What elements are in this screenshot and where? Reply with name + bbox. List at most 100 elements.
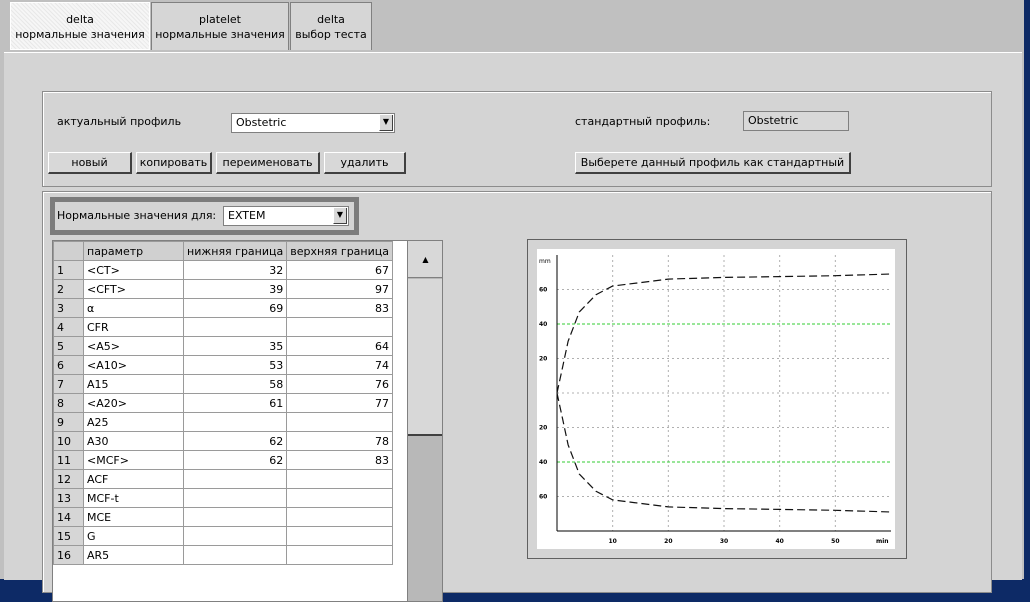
table-row[interactable]: 9 A25 — [53, 412, 393, 432]
table-scrollbar[interactable]: ▲ — [407, 241, 442, 601]
row-number: 15 — [53, 526, 84, 546]
upper-bound-cell[interactable] — [286, 469, 393, 489]
parameter-cell[interactable]: <CFT> — [83, 279, 184, 299]
parameter-cell[interactable]: <MCF> — [83, 450, 184, 470]
row-number: 2 — [53, 279, 84, 299]
lower-bound-cell[interactable]: 32 — [182, 260, 288, 280]
tab-platelet-normal-values[interactable]: platelet нормальные значения — [151, 2, 289, 50]
parameter-cell[interactable]: A15 — [83, 374, 184, 394]
y-tick-label: 40 — [539, 321, 547, 328]
parameter-cell[interactable]: G — [83, 526, 184, 546]
table-row[interactable]: 16 AR5 — [53, 545, 393, 565]
column-header-parameter[interactable]: параметр — [83, 241, 184, 261]
values-table: параметр нижняя граница верхняя граница … — [53, 241, 393, 565]
upper-bound-cell[interactable]: 78 — [286, 431, 393, 451]
upper-bound-cell[interactable]: 97 — [286, 279, 393, 299]
new-profile-button[interactable]: новый — [48, 152, 132, 174]
standard-profile-value: Obstetric — [748, 114, 799, 127]
table-row[interactable]: 3 α 69 83 — [53, 298, 393, 318]
table-row[interactable]: 5 <A5> 35 64 — [53, 336, 393, 356]
parameter-cell[interactable]: <CT> — [83, 260, 184, 280]
upper-bound-cell[interactable] — [286, 488, 393, 508]
tab-line1: platelet — [199, 13, 241, 26]
parameter-cell[interactable]: ACF — [83, 469, 184, 489]
parameter-cell[interactable]: CFR — [83, 317, 184, 337]
upper-bound-cell[interactable]: 83 — [286, 298, 393, 318]
parameter-cell[interactable]: <A20> — [83, 393, 184, 413]
table-row[interactable]: 2 <CFT> 39 97 — [53, 279, 393, 299]
upper-bound-cell[interactable] — [286, 317, 393, 337]
parameter-cell[interactable]: <A5> — [83, 336, 184, 356]
lower-bound-cell[interactable] — [182, 488, 288, 508]
tab-delta-test-selection[interactable]: delta выбор теста — [290, 2, 372, 50]
lower-bound-cell[interactable] — [182, 317, 288, 337]
parameter-cell[interactable]: MCF-t — [83, 488, 184, 508]
upper-bound-cell[interactable] — [286, 526, 393, 546]
lower-bound-cell[interactable]: 53 — [182, 355, 288, 375]
scrollbar-thumb[interactable] — [408, 279, 442, 436]
chevron-down-icon[interactable]: ▼ — [379, 115, 393, 131]
scroll-up-arrow-icon[interactable]: ▲ — [408, 241, 442, 278]
table-row[interactable]: 14 MCE — [53, 507, 393, 527]
upper-bound-cell[interactable] — [286, 545, 393, 565]
upper-bound-cell[interactable] — [286, 507, 393, 527]
parameter-cell[interactable]: A25 — [83, 412, 184, 432]
x-axis-label: min — [876, 538, 889, 545]
table-row[interactable]: 6 <A10> 53 74 — [53, 355, 393, 375]
lower-bound-cell[interactable] — [182, 545, 288, 565]
lower-bound-cell[interactable] — [182, 412, 288, 432]
upper-bound-cell[interactable]: 67 — [286, 260, 393, 280]
table-row[interactable]: 15 G — [53, 526, 393, 546]
table-row[interactable]: 10 A30 62 78 — [53, 431, 393, 451]
row-number: 11 — [53, 450, 84, 470]
tab-delta-normal-values[interactable]: delta нормальные значения — [10, 2, 150, 50]
upper-bound-cell[interactable]: 64 — [286, 336, 393, 356]
row-number: 8 — [53, 393, 84, 413]
column-header-upper-bound[interactable]: верхняя граница — [286, 241, 393, 261]
table-row[interactable]: 12 ACF — [53, 469, 393, 489]
table-body: 1 <CT> 32 67 2 <CFT> 39 97 3 α 69 83 4 CFR 5 <A5> 35 64 6 <… — [53, 260, 393, 565]
lower-bound-cell[interactable]: 39 — [182, 279, 288, 299]
set-standard-profile-button[interactable]: Выберете данный профиль как стандартный — [575, 152, 851, 174]
standard-profile-label: стандартный профиль: — [575, 115, 711, 128]
table-row[interactable]: 8 <A20> 61 77 — [53, 393, 393, 413]
lower-bound-cell[interactable]: 35 — [182, 336, 288, 356]
rename-profile-button[interactable]: переименовать — [216, 152, 320, 174]
x-tick-label: 30 — [720, 538, 728, 545]
parameter-cell[interactable]: A30 — [83, 431, 184, 451]
lower-bound-cell[interactable] — [182, 507, 288, 527]
upper-bound-cell[interactable]: 77 — [286, 393, 393, 413]
delete-profile-button[interactable]: удалить — [324, 152, 406, 174]
row-number: 7 — [53, 374, 84, 394]
table-row[interactable]: 7 A15 58 76 — [53, 374, 393, 394]
row-number: 9 — [53, 412, 84, 432]
test-select[interactable]: EXTEM ▼ — [223, 206, 349, 226]
table-row[interactable]: 1 <CT> 32 67 — [53, 260, 393, 280]
parameter-cell[interactable]: AR5 — [83, 545, 184, 565]
table-row[interactable]: 4 CFR — [53, 317, 393, 337]
row-number: 10 — [53, 431, 84, 451]
parameter-cell[interactable]: MCE — [83, 507, 184, 527]
lower-bound-cell[interactable]: 69 — [182, 298, 288, 318]
upper-bound-cell[interactable]: 74 — [286, 355, 393, 375]
lower-bound-cell[interactable]: 62 — [182, 450, 288, 470]
table-row[interactable]: 13 MCF-t — [53, 488, 393, 508]
table-row[interactable]: 11 <MCF> 62 83 — [53, 450, 393, 470]
lower-bound-cell[interactable] — [182, 526, 288, 546]
parameter-cell[interactable]: <A10> — [83, 355, 184, 375]
copy-profile-button[interactable]: копировать — [136, 152, 212, 174]
upper-bound-cell[interactable] — [286, 412, 393, 432]
lower-bound-cell[interactable]: 58 — [182, 374, 288, 394]
column-header-lower-bound[interactable]: нижняя граница — [182, 241, 288, 261]
tab-content: актуальный профиль Obstetric ▼ стандартн… — [4, 52, 1022, 602]
lower-bound-cell[interactable] — [182, 469, 288, 489]
actual-profile-select[interactable]: Obstetric ▼ — [231, 113, 395, 133]
parameter-cell[interactable]: α — [83, 298, 184, 318]
thromboelastogram-chart: mm min 10 20 30 40 50 60 40 20 20 40 60 — [537, 249, 895, 549]
lower-bound-cell[interactable]: 62 — [182, 431, 288, 451]
upper-bound-cell[interactable]: 83 — [286, 450, 393, 470]
upper-bound-cell[interactable]: 76 — [286, 374, 393, 394]
lower-bound-cell[interactable]: 61 — [182, 393, 288, 413]
tab-line2: нормальные значения — [15, 28, 145, 41]
chevron-down-icon[interactable]: ▼ — [333, 208, 347, 224]
